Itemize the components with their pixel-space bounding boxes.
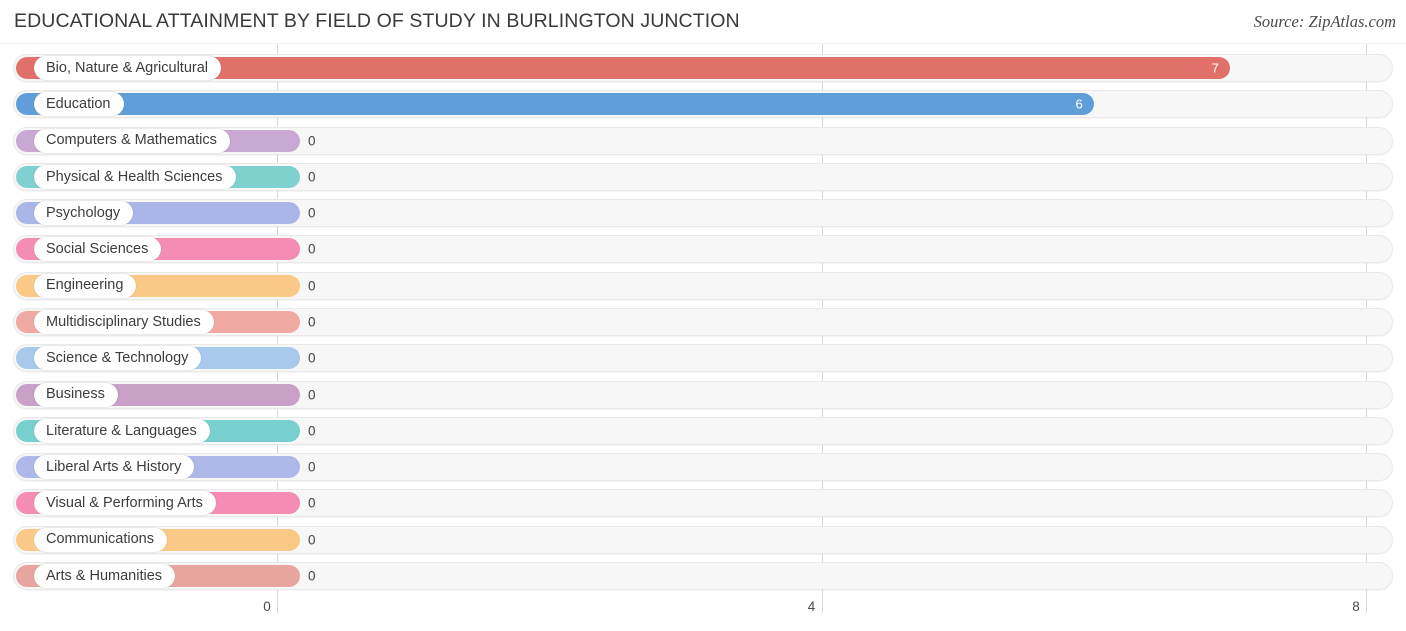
category-label: Liberal Arts & History bbox=[46, 458, 182, 475]
chart-row[interactable]: 0 Social Sciences bbox=[0, 231, 1406, 267]
category-label: Bio, Nature & Agricultural bbox=[46, 59, 208, 76]
chart-row[interactable]: 0 Computers & Mathematics bbox=[0, 123, 1406, 159]
category-label: Psychology bbox=[46, 204, 121, 221]
bar-value-label: 0 bbox=[308, 314, 316, 330]
chart-row[interactable]: 0 Liberal Arts & History bbox=[0, 449, 1406, 485]
category-label-pill[interactable]: Education bbox=[34, 92, 124, 117]
bar-value-label: 0 bbox=[308, 423, 316, 439]
chart-row[interactable]: 0 Visual & Performing Arts bbox=[0, 485, 1406, 521]
bar-value-label: 7 bbox=[1211, 60, 1219, 76]
category-label-pill[interactable]: Computers & Mathematics bbox=[34, 128, 230, 153]
axis-tick-mark bbox=[1366, 595, 1367, 613]
bar-value-label: 0 bbox=[308, 568, 316, 584]
category-label-pill[interactable]: Liberal Arts & History bbox=[34, 455, 195, 480]
category-label-pill[interactable]: Communications bbox=[34, 527, 167, 552]
category-label: Arts & Humanities bbox=[46, 567, 163, 584]
category-label: Science & Technology bbox=[46, 349, 189, 366]
category-label: Literature & Languages bbox=[46, 422, 197, 439]
bar-value-label: 0 bbox=[308, 205, 316, 221]
bar[interactable]: 6 bbox=[16, 93, 1094, 116]
category-label-pill[interactable]: Psychology bbox=[34, 201, 134, 226]
chart-row[interactable]: 0 Literature & Languages bbox=[0, 413, 1406, 449]
axis-tick-label: 4 bbox=[807, 599, 816, 614]
chart-row[interactable]: 0 Communications bbox=[0, 522, 1406, 558]
chart-row[interactable]: 6 Education bbox=[0, 86, 1406, 122]
bar-value-label: 0 bbox=[308, 277, 316, 293]
chart-row[interactable]: 0 Arts & Humanities bbox=[0, 558, 1406, 594]
bar-value-label: 6 bbox=[1075, 96, 1083, 112]
chart-header: EDUCATIONAL ATTAINMENT BY FIELD OF STUDY… bbox=[0, 0, 1406, 44]
chart-row[interactable]: 0 Psychology bbox=[0, 195, 1406, 231]
axis-tick-label: 0 bbox=[263, 599, 271, 614]
bar-value-label: 0 bbox=[308, 241, 316, 257]
category-label: Physical & Health Sciences bbox=[46, 168, 223, 185]
page-title: EDUCATIONAL ATTAINMENT BY FIELD OF STUDY… bbox=[14, 10, 740, 32]
chart-row[interactable]: 0 Multidisciplinary Studies bbox=[0, 304, 1406, 340]
plot-area: 7 Bio, Nature & Agricultural 6 Education 0 Co… bbox=[0, 44, 1406, 595]
category-label: Communications bbox=[46, 531, 154, 548]
source-attribution: Source: ZipAtlas.com bbox=[1253, 12, 1396, 31]
category-label-pill[interactable]: Arts & Humanities bbox=[34, 563, 176, 588]
category-label-pill[interactable]: Social Sciences bbox=[34, 237, 162, 262]
category-label: Multidisciplinary Studies bbox=[46, 313, 201, 330]
bar-value-label: 0 bbox=[308, 132, 316, 148]
chart-row[interactable]: 0 Science & Technology bbox=[0, 340, 1406, 376]
bar-value-label: 0 bbox=[308, 459, 316, 475]
category-label-pill[interactable]: Multidisciplinary Studies bbox=[34, 309, 214, 334]
chart-row[interactable]: 0 Business bbox=[0, 377, 1406, 413]
chart-row[interactable]: 0 Engineering bbox=[0, 268, 1406, 304]
category-label: Business bbox=[46, 386, 105, 403]
category-label-pill[interactable]: Bio, Nature & Agricultural bbox=[34, 56, 221, 80]
category-label: Engineering bbox=[46, 277, 124, 294]
x-axis: 0 4 8 bbox=[0, 595, 1406, 631]
category-label-pill[interactable]: Engineering bbox=[34, 273, 137, 298]
bar-value-label: 0 bbox=[308, 350, 316, 366]
bar-value-label: 0 bbox=[308, 531, 316, 547]
category-label-pill[interactable]: Business bbox=[34, 382, 118, 407]
axis-tick-mark bbox=[277, 595, 278, 613]
category-label-pill[interactable]: Visual & Performing Arts bbox=[34, 491, 216, 516]
category-label-pill[interactable]: Literature & Languages bbox=[34, 418, 210, 443]
category-label: Computers & Mathematics bbox=[46, 132, 217, 149]
category-label: Social Sciences bbox=[46, 241, 149, 258]
chart-row[interactable]: 0 Physical & Health Sciences bbox=[0, 159, 1406, 195]
category-label: Education bbox=[46, 96, 111, 113]
category-label-pill[interactable]: Physical & Health Sciences bbox=[34, 164, 236, 189]
bar-value-label: 0 bbox=[308, 386, 316, 402]
axis-tick-label: 8 bbox=[1352, 599, 1360, 614]
bar-value-label: 0 bbox=[308, 495, 316, 511]
category-label-pill[interactable]: Science & Technology bbox=[34, 346, 202, 371]
chart-page: EDUCATIONAL ATTAINMENT BY FIELD OF STUDY… bbox=[0, 0, 1406, 631]
category-label: Visual & Performing Arts bbox=[46, 495, 203, 512]
bar-value-label: 0 bbox=[308, 169, 316, 185]
axis-tick-mark bbox=[821, 595, 823, 613]
chart-row[interactable]: 7 Bio, Nature & Agricultural bbox=[0, 50, 1406, 86]
